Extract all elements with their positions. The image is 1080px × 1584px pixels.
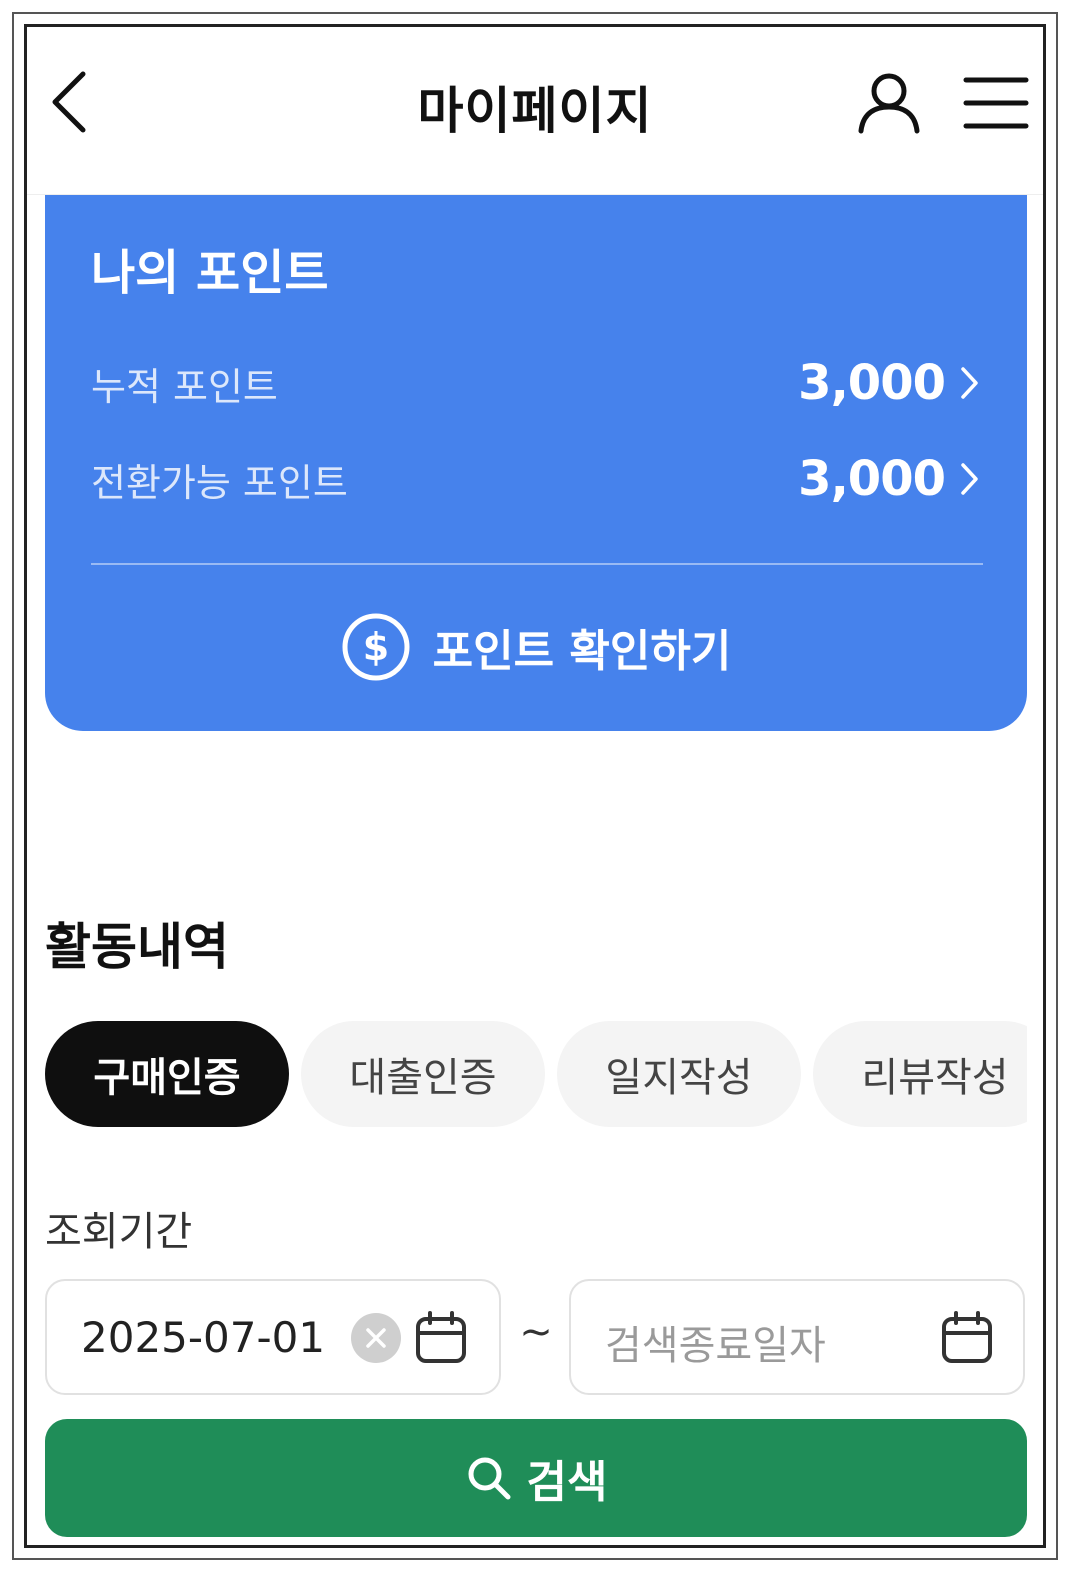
menu-button[interactable]	[963, 75, 1029, 131]
tab-purchase-verification[interactable]: 구매인증	[45, 1021, 289, 1127]
close-icon	[366, 1328, 386, 1348]
accumulated-points-row[interactable]: 누적 포인트 3,000	[91, 351, 979, 415]
period-label: 조회기간	[45, 1209, 193, 1255]
start-date-calendar-button[interactable]	[415, 1311, 467, 1365]
end-date-field[interactable]: 검색종료일자	[569, 1279, 1025, 1395]
clear-start-date-button[interactable]	[351, 1313, 401, 1363]
tab-journal-writing[interactable]: 일지작성	[557, 1021, 801, 1127]
chevron-right-icon	[961, 367, 978, 399]
end-date-placeholder: 검색종료일자	[605, 1323, 826, 1369]
chevron-right-icon	[961, 463, 978, 495]
user-button[interactable]	[857, 71, 921, 135]
convertible-points-value: 3,000	[798, 451, 946, 507]
hamburger-menu-icon	[963, 77, 1029, 129]
activity-tabs: 구매인증 대출인증 일지작성 리뷰작성	[45, 1021, 1027, 1129]
activity-title: 활동내역	[45, 918, 229, 976]
dollar-circle-icon: $	[342, 613, 410, 681]
tab-loan-verification[interactable]: 대출인증	[301, 1021, 545, 1127]
points-card: 나의 포인트 누적 포인트 3,000 전환가능 포인트 3,000 $ 포인트…	[45, 195, 1027, 731]
date-range-separator: ~	[519, 1309, 553, 1355]
check-points-button[interactable]: $ 포인트 확인하기	[45, 611, 1027, 683]
app-screen: 마이페이지 나의 포인트 누적 포인트 3,000 전환가능 포인트 3,000…	[24, 24, 1046, 1548]
convertible-points-row[interactable]: 전환가능 포인트 3,000	[91, 447, 979, 511]
search-label: 검색	[526, 1457, 608, 1508]
tab-review-writing[interactable]: 리뷰작성	[813, 1021, 1027, 1127]
start-date-value: 2025-07-01	[81, 1313, 326, 1362]
search-button[interactable]: 검색	[45, 1419, 1027, 1537]
accumulated-points-value-group: 3,000	[798, 355, 979, 411]
points-title: 나의 포인트	[91, 245, 329, 301]
calendar-icon	[942, 1311, 992, 1363]
convertible-points-label: 전환가능 포인트	[91, 460, 348, 505]
user-icon	[858, 73, 920, 134]
calendar-icon	[416, 1311, 466, 1363]
accumulated-points-label: 누적 포인트	[91, 364, 278, 409]
start-date-field[interactable]: 2025-07-01	[45, 1279, 501, 1395]
search-icon	[468, 1457, 511, 1500]
end-date-calendar-button[interactable]	[941, 1311, 993, 1365]
points-divider	[91, 563, 983, 565]
top-header: 마이페이지	[27, 27, 1043, 195]
check-points-label: 포인트 확인하기	[432, 626, 732, 677]
convertible-points-value-group: 3,000	[798, 451, 979, 507]
accumulated-points-value: 3,000	[798, 355, 946, 411]
svg-text:$: $	[362, 625, 388, 669]
